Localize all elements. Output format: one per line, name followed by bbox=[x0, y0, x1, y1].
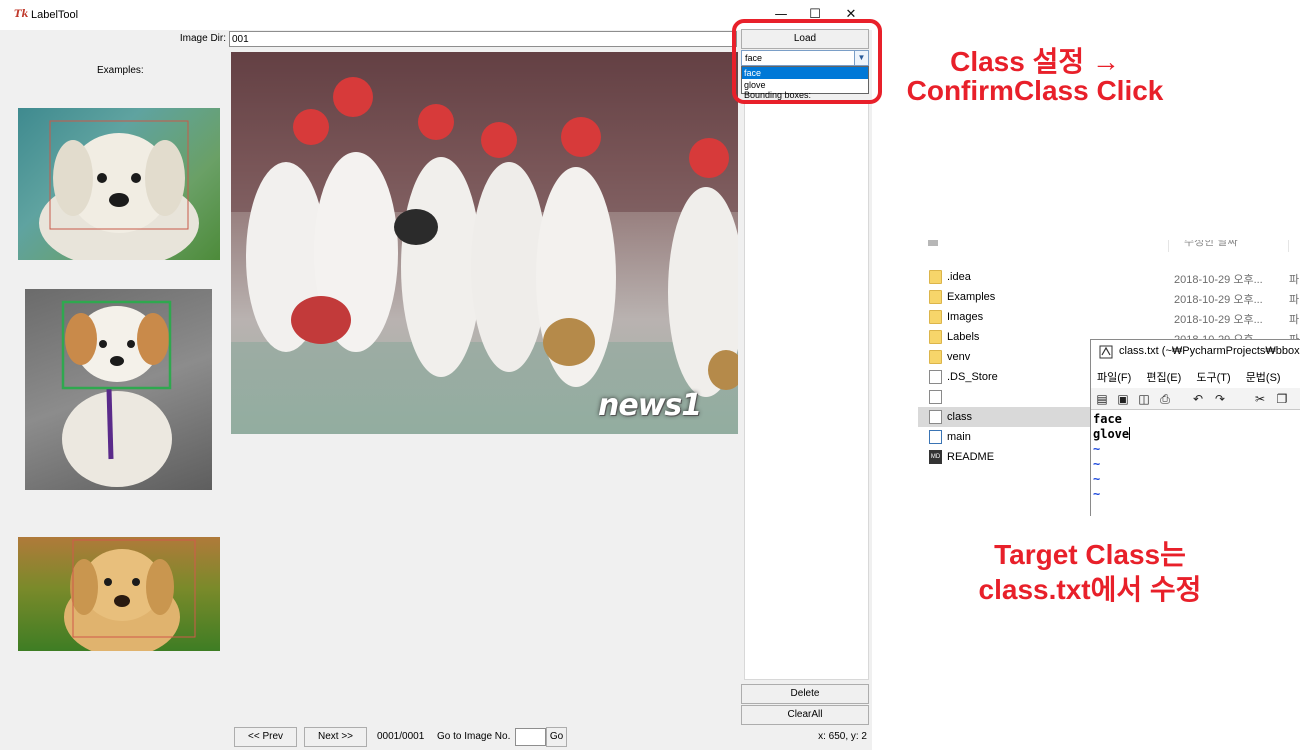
next-button[interactable]: Next >> bbox=[304, 727, 367, 747]
markdown-file-icon: MD bbox=[929, 450, 942, 464]
editor-line-text: glove bbox=[1093, 427, 1130, 441]
text-cursor bbox=[1129, 427, 1131, 440]
folder-icon bbox=[929, 330, 942, 344]
save-all-icon[interactable]: ◫ bbox=[1137, 392, 1151, 406]
folder-icon bbox=[929, 270, 942, 284]
app-logo-icon: Tk bbox=[14, 9, 29, 20]
text-editor-window: class.txt (~₩PycharmProjects₩bbox 파일(F) … bbox=[1090, 339, 1300, 516]
delete-button[interactable]: Delete bbox=[741, 684, 869, 704]
copy-icon[interactable]: ❐ bbox=[1275, 392, 1289, 406]
go-button[interactable]: Go bbox=[546, 727, 567, 747]
menu-file[interactable]: 파일(F) bbox=[1097, 369, 1131, 385]
goto-image-input[interactable] bbox=[515, 728, 546, 746]
cursor-coordinates: x: 650, y: 2 bbox=[818, 731, 867, 742]
examples-label: Examples: bbox=[97, 65, 144, 76]
goto-image-label: Go to Image No. bbox=[437, 731, 511, 742]
main-image-canvas[interactable]: news1 bbox=[231, 52, 738, 434]
explorer-header-partial: 수정한 날짜 bbox=[928, 240, 1300, 252]
editor-line: face bbox=[1093, 412, 1122, 426]
editor-empty-line-marker: ~ bbox=[1093, 457, 1101, 471]
clear-all-button[interactable]: ClearAll bbox=[741, 705, 869, 725]
folder-icon bbox=[929, 350, 942, 364]
menu-edit[interactable]: 편집(E) bbox=[1146, 369, 1181, 385]
example-image-white-puppy bbox=[18, 108, 220, 260]
bounding-box-list[interactable] bbox=[744, 100, 869, 680]
image-progress: 0001/0001 bbox=[377, 731, 425, 742]
annotation-edit-class-txt: class.txt에서 수정 bbox=[978, 574, 1202, 605]
editor-empty-line-marker: ~ bbox=[1093, 487, 1101, 501]
editor-empty-line-marker: ~ bbox=[1093, 472, 1101, 486]
labeltool-window: Tk LabelTool — ☐ ✕ Image Dir: Load face … bbox=[0, 0, 872, 750]
file-icon bbox=[929, 390, 942, 404]
example-image-lab-puppy bbox=[18, 537, 220, 651]
undo-icon[interactable]: ↶ bbox=[1191, 392, 1205, 406]
cut-icon[interactable]: ✂ bbox=[1253, 392, 1267, 406]
editor-empty-line-marker: ~ bbox=[1093, 442, 1101, 456]
explorer-item-examples[interactable]: Examples 2018-10-29 오후... 파 bbox=[918, 287, 1300, 307]
image-dir-label: Image Dir: bbox=[179, 33, 226, 44]
editor-text-area[interactable]: face glove ~ ~ ~ ~ bbox=[1091, 412, 1300, 517]
menu-syntax[interactable]: 문법(S) bbox=[1246, 369, 1281, 385]
annotation-target-class: Target Class는 bbox=[994, 539, 1186, 570]
puppy-illustration bbox=[39, 120, 199, 260]
example-image-puppy-leash bbox=[25, 289, 212, 490]
editor-toolbar: ▤ ▣ ◫ ⎙ ↶ ↷ ✂ ❐ bbox=[1091, 388, 1300, 410]
editor-app-icon bbox=[1099, 345, 1113, 359]
text-file-icon bbox=[929, 410, 942, 424]
image-dir-input[interactable] bbox=[229, 31, 737, 47]
file-icon bbox=[929, 370, 942, 384]
folder-icon bbox=[929, 290, 942, 304]
open-icon[interactable]: ▤ bbox=[1095, 392, 1109, 406]
editor-menu-bar: 파일(F) 편집(E) 도구(T) 문법(S) bbox=[1097, 369, 1293, 385]
highlight-box bbox=[732, 19, 882, 104]
explorer-item-idea[interactable]: .idea 2018-10-29 오후... 파 bbox=[918, 267, 1300, 287]
puppy-illustration bbox=[64, 539, 196, 651]
window-title: LabelTool bbox=[31, 9, 79, 21]
redo-icon[interactable]: ↷ bbox=[1213, 392, 1227, 406]
prev-button[interactable]: << Prev bbox=[234, 727, 297, 747]
annotation-confirm-click: ConfirmClass Click bbox=[906, 75, 1164, 106]
baseball-players-illustration bbox=[231, 52, 738, 434]
print-icon[interactable]: ⎙ bbox=[1158, 392, 1172, 406]
editor-title: class.txt (~₩PycharmProjects₩bbox bbox=[1119, 345, 1300, 357]
folder-icon bbox=[929, 310, 942, 324]
editor-line-with-cursor: glove bbox=[1091, 427, 1300, 442]
news1-watermark: news1 bbox=[598, 388, 702, 423]
python-file-icon bbox=[929, 430, 942, 444]
save-icon[interactable]: ▣ bbox=[1116, 392, 1130, 406]
menu-tools[interactable]: 도구(T) bbox=[1196, 369, 1230, 385]
puppy-illustration bbox=[61, 300, 172, 487]
explorer-item-images[interactable]: Images 2018-10-29 오후... 파 bbox=[918, 307, 1300, 327]
explorer-item-class[interactable]: class bbox=[918, 407, 1090, 427]
annotation-class-setting: Class 설정 → bbox=[950, 46, 1120, 77]
